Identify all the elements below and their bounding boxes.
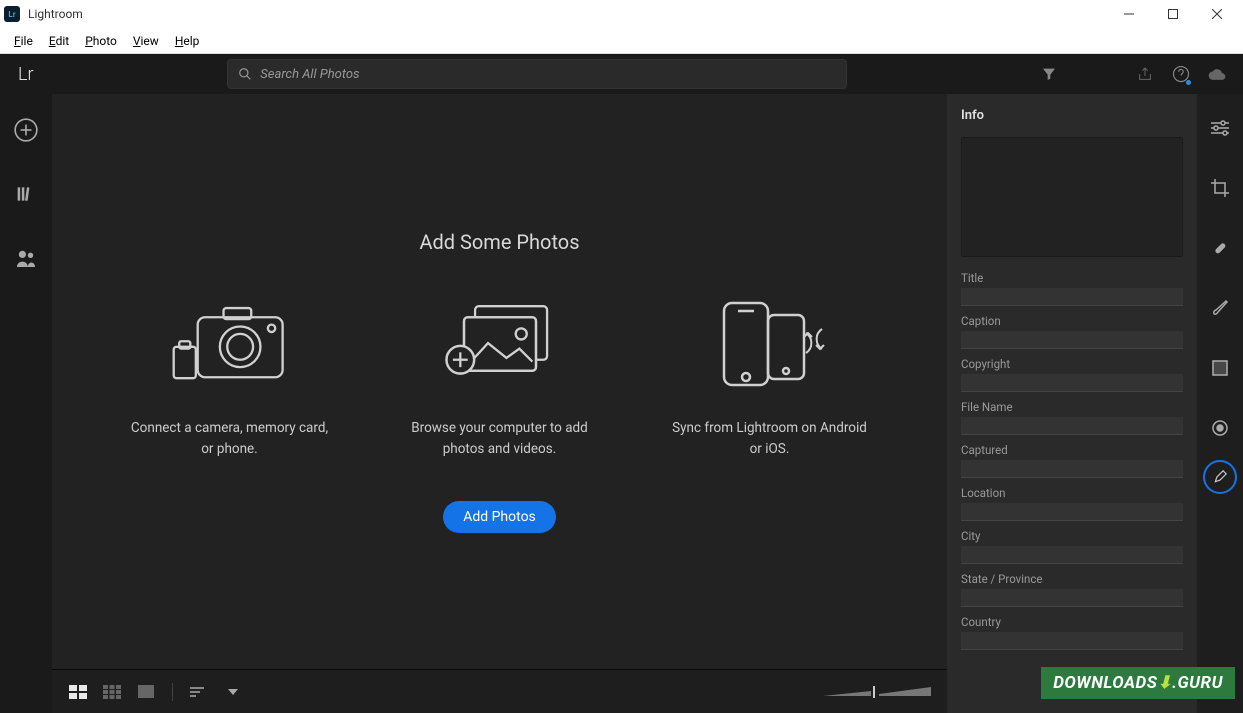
- search-placeholder: Search All Photos: [260, 67, 359, 82]
- card-browse-computer: Browse your computer to add photos and v…: [400, 294, 600, 459]
- card-text: Connect a camera, memory card, or phone.: [130, 418, 330, 459]
- field-label-title: Title: [961, 271, 1183, 285]
- info-heading: Info: [961, 108, 1183, 123]
- small-grid-button[interactable]: [100, 682, 124, 702]
- add-button[interactable]: [8, 112, 44, 148]
- photo-stack-icon: [440, 294, 560, 394]
- menu-view[interactable]: View: [125, 31, 167, 51]
- main-stage: Add Some Photos: [52, 94, 947, 713]
- help-button[interactable]: [1163, 56, 1199, 92]
- field-input-caption[interactable]: [961, 331, 1183, 349]
- filter-button[interactable]: [1031, 56, 1067, 92]
- field-label-state: State / Province: [961, 572, 1183, 586]
- field-label-captured: Captured: [961, 443, 1183, 457]
- field-input-country[interactable]: [961, 632, 1183, 650]
- crop-button[interactable]: [1202, 170, 1238, 206]
- menu-photo[interactable]: Photo: [77, 31, 125, 51]
- right-rail: [1197, 94, 1243, 713]
- search-icon: [238, 67, 252, 81]
- bottom-toolbar: [52, 669, 947, 713]
- field-input-city[interactable]: [961, 546, 1183, 564]
- heal-button[interactable]: [1202, 230, 1238, 266]
- card-sync-mobile: Sync from Lightroom on Android or iOS.: [670, 294, 870, 459]
- field-label-filename: File Name: [961, 400, 1183, 414]
- maximize-button[interactable]: [1151, 0, 1195, 28]
- add-photos-button[interactable]: Add Photos: [443, 501, 556, 533]
- menu-bar: File Edit Photo View Help: [0, 28, 1243, 54]
- card-text: Sync from Lightroom on Android or iOS.: [670, 418, 870, 459]
- info-preview: [961, 137, 1183, 257]
- adjust-button[interactable]: [1202, 110, 1238, 146]
- edit-highlight-button[interactable]: [1203, 460, 1237, 494]
- card-text: Browse your computer to add photos and v…: [400, 418, 600, 459]
- stage-heading: Add Some Photos: [419, 230, 579, 254]
- window-titlebar: Lr Lightroom: [0, 0, 1243, 28]
- window-title: Lightroom: [28, 7, 1107, 21]
- cloud-sync-button[interactable]: [1199, 56, 1235, 92]
- gradient-button[interactable]: [1202, 350, 1238, 386]
- field-input-captured[interactable]: [961, 460, 1183, 478]
- app-icon: Lr: [4, 6, 20, 22]
- app-toolbar: Lr Search All Photos: [0, 54, 1243, 94]
- field-label-city: City: [961, 529, 1183, 543]
- watermark: DOWNLOADS⬇.GURU: [1041, 667, 1235, 699]
- separator: [172, 683, 173, 701]
- menu-edit[interactable]: Edit: [41, 31, 77, 51]
- field-label-country: Country: [961, 615, 1183, 629]
- zoom-slider[interactable]: [823, 684, 933, 700]
- info-panel: Info Title Caption Copyright File Name C…: [947, 94, 1197, 713]
- radial-button[interactable]: [1202, 410, 1238, 446]
- brush-button[interactable]: [1202, 290, 1238, 326]
- field-input-state[interactable]: [961, 589, 1183, 607]
- sort-dropdown[interactable]: [221, 682, 245, 702]
- lightroom-logo: Lr: [8, 64, 44, 85]
- single-view-button[interactable]: [134, 682, 158, 702]
- search-input[interactable]: Search All Photos: [227, 59, 847, 89]
- minimize-button[interactable]: [1107, 0, 1151, 28]
- field-input-location[interactable]: [961, 503, 1183, 521]
- field-input-copyright[interactable]: [961, 374, 1183, 392]
- left-rail: [0, 94, 52, 713]
- notification-dot: [1186, 80, 1191, 85]
- close-button[interactable]: [1195, 0, 1239, 28]
- library-button[interactable]: [8, 176, 44, 212]
- sort-button[interactable]: [187, 682, 211, 702]
- field-input-filename[interactable]: [961, 417, 1183, 435]
- people-button[interactable]: [8, 240, 44, 276]
- menu-file[interactable]: File: [6, 31, 41, 51]
- card-connect-device: Connect a camera, memory card, or phone.: [130, 294, 330, 459]
- grid-view-button[interactable]: [66, 682, 90, 702]
- field-input-title[interactable]: [961, 288, 1183, 306]
- mobile-sync-icon: [710, 294, 830, 394]
- camera-icon: [170, 294, 290, 394]
- field-label-location: Location: [961, 486, 1183, 500]
- menu-help[interactable]: Help: [167, 31, 208, 51]
- share-button[interactable]: [1127, 56, 1163, 92]
- field-label-caption: Caption: [961, 314, 1183, 328]
- field-label-copyright: Copyright: [961, 357, 1183, 371]
